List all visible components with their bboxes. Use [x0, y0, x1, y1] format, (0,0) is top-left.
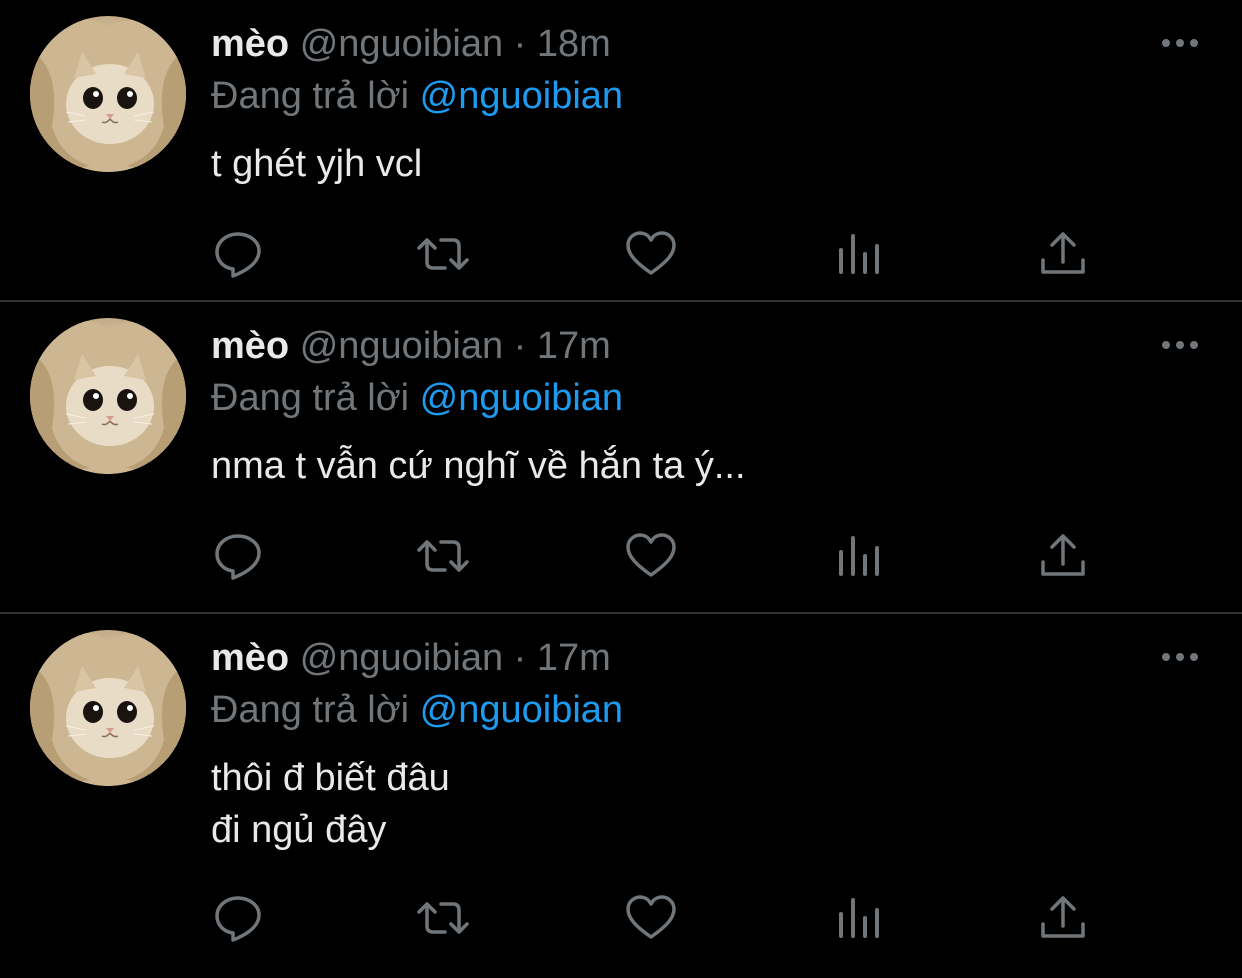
replying-to-label: Đang trả lời: [211, 689, 410, 731]
replying-to-label: Đang trả lời: [211, 75, 410, 117]
reply-icon[interactable]: [211, 528, 267, 584]
tweet[interactable]: mèo @nguoibian · 17m Đang trả lời @nguoi…: [0, 302, 1242, 614]
tweet[interactable]: mèo @nguoibian · 17m Đang trả lời @nguoi…: [0, 614, 1242, 978]
tweet-header: mèo @nguoibian · 17m: [211, 634, 611, 682]
views-icon[interactable]: [831, 528, 887, 584]
share-icon[interactable]: [1035, 226, 1091, 282]
separator-dot: ·: [513, 23, 527, 65]
tweet-text: thôi đ biết đâu đi ngủ đây: [211, 757, 450, 851]
tweet[interactable]: mèo @nguoibian · 18m Đang trả lời @nguoi…: [0, 0, 1242, 302]
action-bar: [211, 890, 1091, 946]
display-name[interactable]: mèo: [211, 637, 289, 679]
reply-icon[interactable]: [211, 226, 267, 282]
more-icon[interactable]: [1158, 330, 1202, 360]
display-name[interactable]: mèo: [211, 23, 289, 65]
retweet-icon[interactable]: [415, 890, 471, 946]
timestamp[interactable]: 18m: [537, 23, 611, 65]
views-icon[interactable]: [831, 890, 887, 946]
timestamp[interactable]: 17m: [537, 325, 611, 367]
reply-icon[interactable]: [211, 890, 267, 946]
cat-avatar-image: [30, 630, 186, 786]
more-icon[interactable]: [1158, 28, 1202, 58]
cat-avatar-image: [30, 16, 186, 172]
avatar[interactable]: [30, 16, 186, 172]
tweet-header: mèo @nguoibian · 18m: [211, 20, 611, 68]
share-icon[interactable]: [1035, 528, 1091, 584]
timeline: mèo @nguoibian · 18m Đang trả lời @nguoi…: [0, 0, 1242, 978]
separator-dot: ·: [513, 637, 527, 679]
heart-icon[interactable]: [623, 226, 679, 282]
retweet-icon[interactable]: [415, 528, 471, 584]
action-bar: [211, 528, 1091, 584]
replying-to: Đang trả lời @nguoibian: [211, 686, 623, 734]
retweet-icon[interactable]: [415, 226, 471, 282]
share-icon[interactable]: [1035, 890, 1091, 946]
tweet-text: nma t vẫn cứ nghĩ về hắn ta ý...: [211, 445, 746, 487]
replying-to-handle[interactable]: @nguoibian: [420, 689, 623, 731]
views-icon[interactable]: [831, 226, 887, 282]
replying-to-handle[interactable]: @nguoibian: [420, 377, 623, 419]
user-handle[interactable]: @nguoibian: [300, 23, 503, 65]
user-handle[interactable]: @nguoibian: [300, 325, 503, 367]
avatar[interactable]: [30, 318, 186, 474]
more-icon[interactable]: [1158, 642, 1202, 672]
heart-icon[interactable]: [623, 528, 679, 584]
replying-to: Đang trả lời @nguoibian: [211, 374, 623, 422]
avatar[interactable]: [30, 630, 186, 786]
separator-dot: ·: [513, 325, 527, 367]
heart-icon[interactable]: [623, 890, 679, 946]
tweet-text: t ghét yjh vcl: [211, 143, 423, 185]
display-name[interactable]: mèo: [211, 325, 289, 367]
timestamp[interactable]: 17m: [537, 637, 611, 679]
tweet-header: mèo @nguoibian · 17m: [211, 322, 611, 370]
action-bar: [211, 226, 1091, 282]
replying-to-handle[interactable]: @nguoibian: [420, 75, 623, 117]
cat-avatar-image: [30, 318, 186, 474]
replying-to-label: Đang trả lời: [211, 377, 410, 419]
user-handle[interactable]: @nguoibian: [300, 637, 503, 679]
replying-to: Đang trả lời @nguoibian: [211, 72, 623, 120]
